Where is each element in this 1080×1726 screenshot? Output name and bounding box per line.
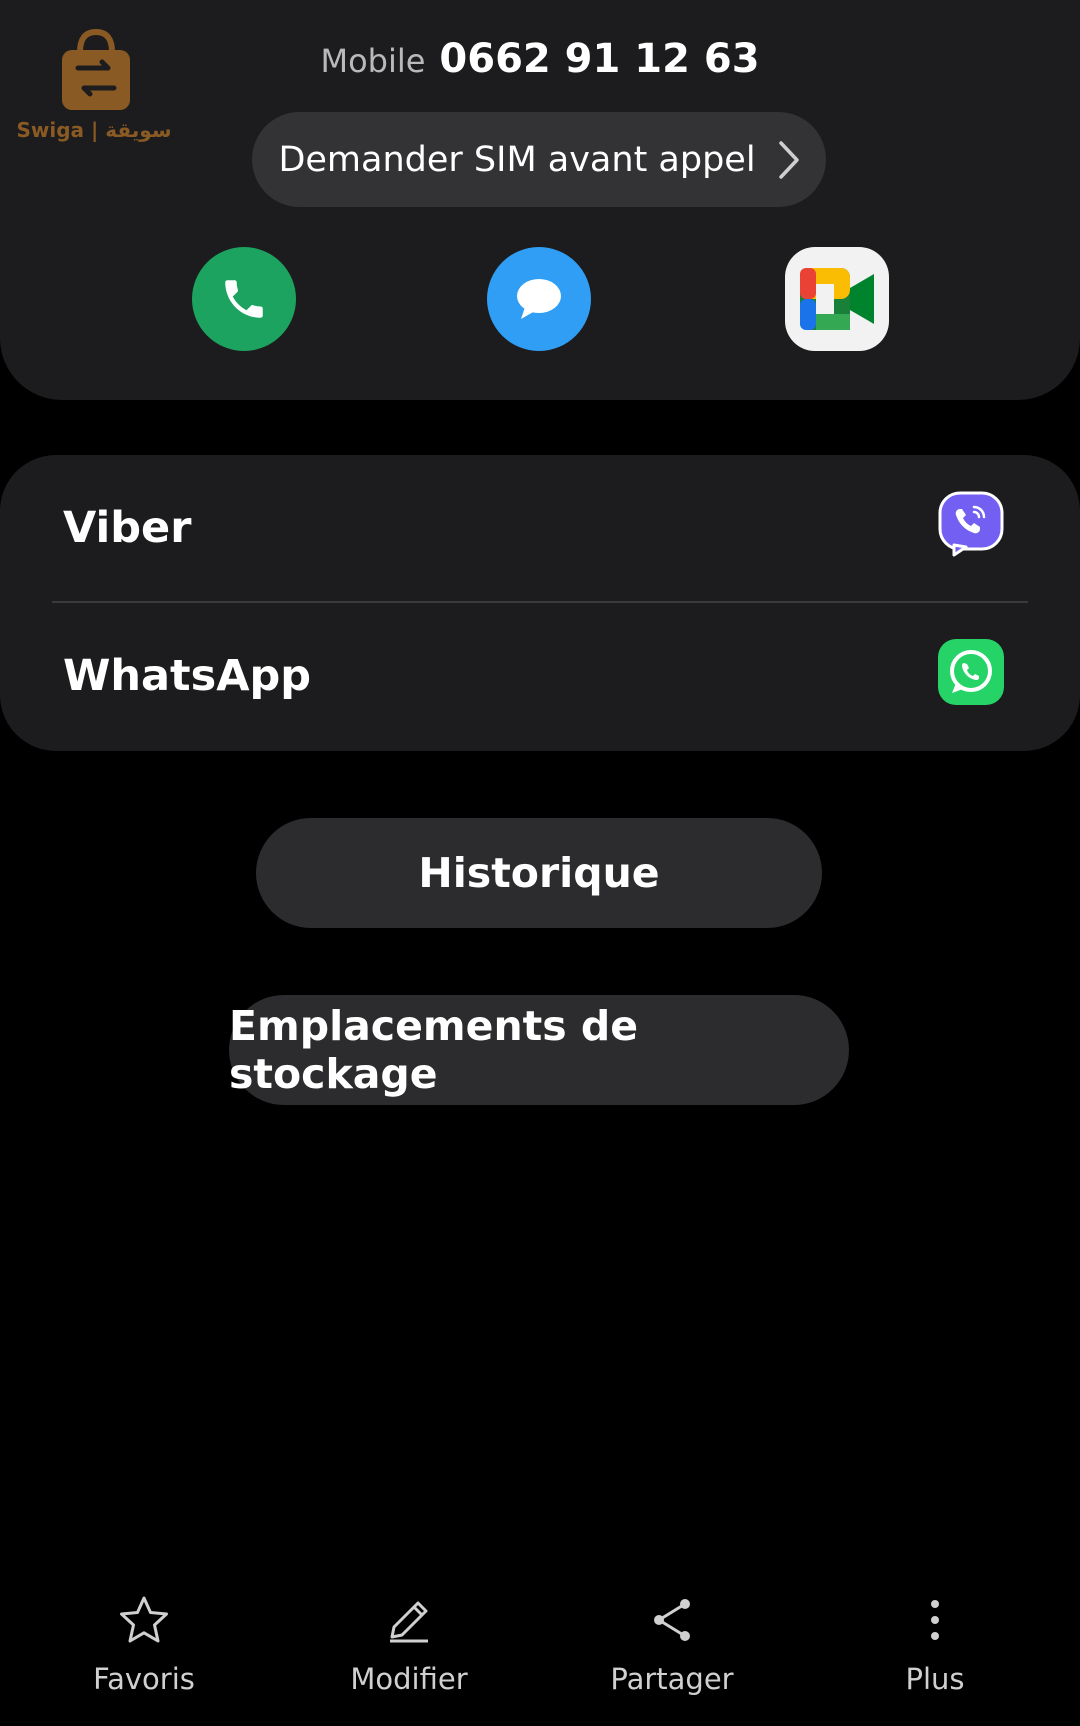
phone-type-label: Mobile (320, 42, 426, 80)
contact-header-card: Swiga | سويقة Mobile 0662 91 12 63 Demand… (0, 0, 1080, 400)
call-button[interactable] (192, 247, 296, 351)
storage-locations-button[interactable]: Emplacements de stockage (229, 995, 849, 1105)
share-button[interactable]: Partager (592, 1592, 752, 1702)
star-icon (118, 1592, 170, 1648)
message-bubble-icon (517, 279, 561, 319)
share-icon (650, 1592, 694, 1648)
history-button[interactable]: Historique (256, 818, 822, 928)
watermark-text: Swiga | سويقة (16, 118, 172, 142)
more-button[interactable]: Plus (855, 1592, 1015, 1702)
favorites-label: Favoris (93, 1662, 195, 1696)
favorites-button[interactable]: Favoris (64, 1592, 224, 1702)
pencil-icon (384, 1592, 434, 1648)
viber-icon (938, 491, 1004, 557)
google-meet-icon (800, 268, 874, 330)
phone-number[interactable]: 0662 91 12 63 (439, 36, 759, 82)
phone-number-line: Mobile 0662 91 12 63 (0, 36, 1080, 82)
share-label: Partager (610, 1662, 734, 1696)
app-name: WhatsApp (63, 651, 312, 701)
whatsapp-icon (938, 639, 1004, 705)
video-call-button[interactable] (785, 247, 889, 351)
sim-select-button[interactable]: Demander SIM avant appel (252, 112, 826, 207)
more-vertical-icon (929, 1592, 941, 1648)
app-row-viber[interactable]: Viber (0, 455, 1080, 603)
chevron-right-icon (778, 140, 800, 180)
edit-label: Modifier (350, 1662, 468, 1696)
app-row-whatsapp[interactable]: WhatsApp (0, 603, 1080, 751)
message-button[interactable] (487, 247, 591, 351)
sim-select-label: Demander SIM avant appel (278, 139, 756, 180)
phone-icon (225, 280, 263, 318)
more-label: Plus (905, 1662, 965, 1696)
edit-button[interactable]: Modifier (329, 1592, 489, 1702)
messaging-apps-card: Viber WhatsApp (0, 455, 1080, 751)
app-name: Viber (63, 503, 192, 553)
